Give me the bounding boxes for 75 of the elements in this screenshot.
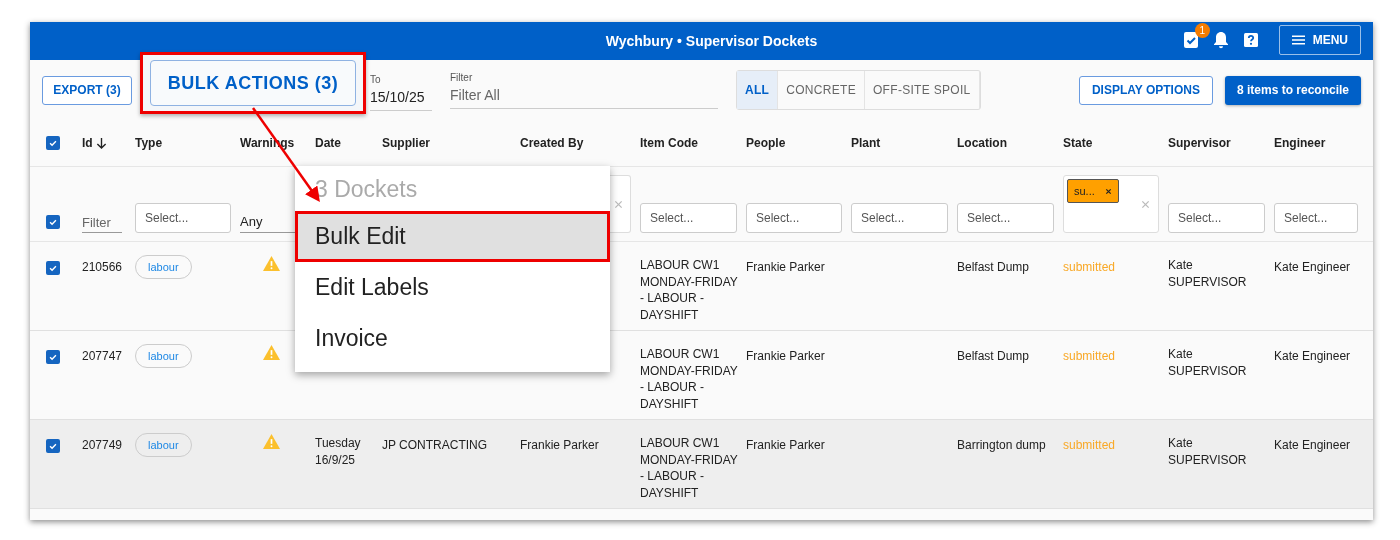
column-header[interactable]: Location [957, 136, 1007, 150]
checkmark-icon [48, 263, 58, 273]
category-tab[interactable]: ALL [737, 71, 779, 109]
id-text: 210566 [82, 259, 123, 276]
engineer-text: Kate Engineer [1274, 348, 1351, 365]
date-text: Tuesday 16/9/25 [315, 435, 362, 468]
checkmark-icon [48, 352, 58, 362]
column-header[interactable]: Plant [851, 136, 881, 150]
item-code-text: LABOUR CW1 MONDAY-FRIDAY - LABOUR - DAYSHIFT [640, 346, 738, 412]
menu-item[interactable]: Edit Labels [295, 262, 610, 313]
column-header[interactable]: State [1063, 136, 1093, 150]
select-field[interactable]: Select... [851, 203, 948, 233]
select-field[interactable]: Select... [640, 203, 737, 233]
category-tab[interactable]: OFF-SITE SPOIL [865, 71, 980, 109]
chip-select-field[interactable]: su... [1063, 175, 1159, 233]
location-text: Belfast Dump [957, 259, 1030, 276]
column-header[interactable]: Id [82, 136, 107, 150]
checkmark-icon [48, 441, 58, 451]
select-field[interactable]: Select... [1274, 203, 1358, 233]
item-code-text: LABOUR CW1 MONDAY-FRIDAY - LABOUR - DAYSHIFT [640, 257, 738, 323]
location-text: Barrington dump [957, 437, 1046, 454]
row-checkbox[interactable] [46, 350, 60, 364]
filter-field[interactable]: Filter All [450, 86, 718, 109]
person-text: Frankie Parker [746, 348, 825, 365]
column-header[interactable]: Created By [520, 136, 584, 150]
bulk-actions-button[interactable]: BULK ACTIONS (3) [150, 60, 356, 106]
field-label: Filter [450, 71, 474, 83]
filter-chip[interactable]: su... [1067, 179, 1119, 203]
person-text: Frankie Parker [746, 437, 825, 454]
sort-arrow-icon [95, 136, 107, 150]
date-field[interactable]: To 15/10/25 [370, 69, 432, 111]
menu-button[interactable]: MENU [1278, 25, 1361, 55]
supervisor-text: Kate SUPERVISOR [1168, 435, 1248, 468]
category-tab[interactable]: CONCRETE [778, 71, 865, 109]
item-code-text: LABOUR CW1 MONDAY-FRIDAY - LABOUR - DAYSHIFT [640, 435, 738, 501]
checkmark-icon [48, 217, 58, 227]
column-header[interactable]: People [746, 136, 786, 150]
checkbox[interactable] [46, 215, 60, 229]
engineer-text: Kate Engineer [1274, 437, 1351, 454]
creator-text: Frankie Parker [520, 437, 599, 454]
column-header[interactable]: Type [135, 136, 163, 150]
menu-item[interactable]: Invoice [295, 313, 610, 364]
row-checkbox[interactable] [46, 439, 60, 453]
menu-icon [1291, 35, 1305, 45]
id-text: 207747 [82, 348, 123, 365]
person-text: Frankie Parker [746, 259, 825, 276]
select-field[interactable]: Select... [1168, 203, 1265, 233]
select-field[interactable]: Select... [746, 203, 842, 233]
supplier-text: JP CONTRACTING [382, 437, 488, 454]
select-all-checkbox[interactable] [46, 136, 60, 150]
supervisor-text: Kate SUPERVISOR [1168, 346, 1248, 379]
remove-icon[interactable] [1104, 187, 1112, 195]
menu-item[interactable]: Bulk Edit [295, 211, 610, 262]
checkmark-icon [48, 138, 58, 148]
column-header[interactable]: Supplier [382, 136, 430, 150]
reconcile-button[interactable]: 8 items to reconcile [1224, 75, 1361, 105]
row-checkbox[interactable] [46, 261, 60, 275]
filter-input[interactable]: Filter [82, 213, 122, 233]
state-text: submitted [1063, 259, 1116, 276]
export-button[interactable]: EXPORT (3) [42, 75, 132, 105]
column-header[interactable]: Item Code [640, 136, 698, 150]
column-header[interactable]: Supervisor [1168, 136, 1231, 150]
supervisor-text: Kate SUPERVISOR [1168, 257, 1248, 290]
select-field[interactable]: Select... [135, 203, 231, 233]
window-title: Wychbury • Supervisor Dockets [605, 33, 818, 49]
display-options-button[interactable]: DISPLAY OPTIONS [1078, 75, 1213, 105]
engineer-text: Kate Engineer [1274, 259, 1351, 276]
column-header[interactable]: Date [315, 136, 341, 150]
column-header[interactable]: Engineer [1274, 136, 1326, 150]
id-text: 207749 [82, 437, 123, 454]
select-field[interactable]: Select... [957, 203, 1054, 233]
state-text: submitted [1063, 437, 1116, 454]
notification-badge: 1 [1194, 23, 1210, 38]
location-text: Belfast Dump [957, 348, 1030, 365]
state-text: submitted [1063, 348, 1116, 365]
